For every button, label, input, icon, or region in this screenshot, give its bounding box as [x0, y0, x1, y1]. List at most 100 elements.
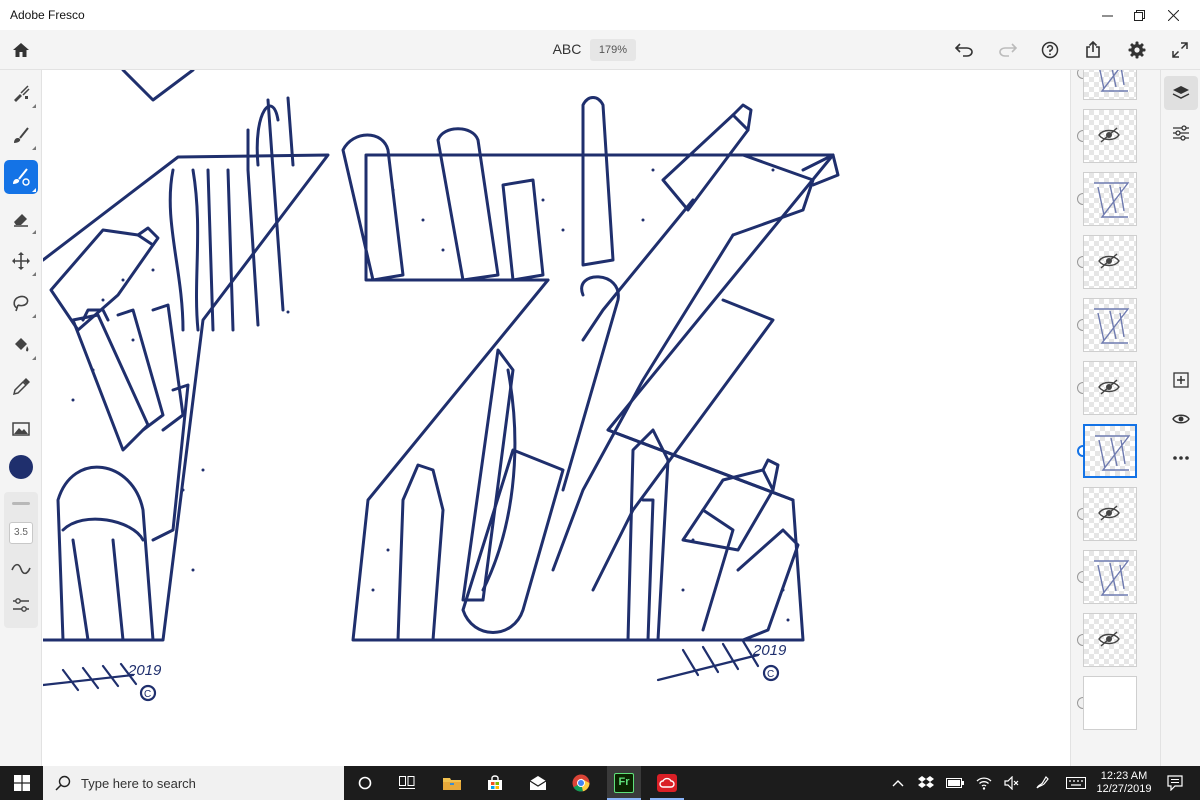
- restore-icon: [1133, 9, 1145, 21]
- pen-tray-button[interactable]: [1030, 766, 1054, 800]
- mail-button[interactable]: [521, 766, 555, 800]
- live-brush-tool[interactable]: [4, 118, 38, 152]
- keyboard-icon: [1066, 777, 1086, 789]
- zoom-level[interactable]: 179%: [590, 39, 636, 61]
- layer-thumbnail[interactable]: [1083, 676, 1137, 730]
- signature-c-left: C: [144, 689, 151, 700]
- show-hidden-icons-button[interactable]: [888, 766, 908, 800]
- layer-thumbnail[interactable]: [1083, 613, 1137, 667]
- hidden-eye-icon: [1098, 253, 1120, 269]
- layer-thumbnail[interactable]: [1083, 109, 1137, 163]
- pixel-brush-icon: [14, 85, 30, 102]
- layer-thumbnail[interactable]: [1083, 70, 1137, 100]
- windows-taskbar: Type here to search Fr 12:23 AM 12/27/20…: [0, 766, 1200, 800]
- eraser-tool[interactable]: [4, 202, 38, 236]
- battery-tray-button[interactable]: [943, 766, 967, 800]
- touch-keyboard-button[interactable]: [1062, 766, 1090, 800]
- store-button[interactable]: [478, 766, 512, 800]
- eyedropper-tool[interactable]: [4, 370, 38, 404]
- start-button[interactable]: [0, 766, 43, 800]
- chrome-button[interactable]: [564, 766, 598, 800]
- creative-cloud-button[interactable]: [650, 766, 684, 800]
- app-top-bar: ABC 179%: [0, 30, 1200, 70]
- brush-size-value[interactable]: 3.5: [9, 522, 33, 544]
- creative-cloud-icon: [657, 774, 677, 792]
- brush-settings-panel: 3.5: [4, 492, 38, 628]
- layer-art-preview: [1099, 70, 1128, 92]
- share-icon: [1086, 41, 1100, 58]
- more-options-button[interactable]: [1164, 441, 1198, 475]
- help-button[interactable]: [1036, 36, 1064, 64]
- task-view-icon: [399, 776, 415, 789]
- smoothing-button[interactable]: [6, 554, 36, 584]
- volume-tray-button[interactable]: [1000, 766, 1024, 800]
- vector-brush-tool[interactable]: [4, 160, 38, 194]
- signature-c-right: C: [767, 669, 774, 680]
- move-tool[interactable]: [4, 244, 38, 278]
- file-explorer-icon: [443, 778, 461, 790]
- redo-button[interactable]: [994, 36, 1022, 64]
- action-center-button[interactable]: [1158, 766, 1192, 800]
- help-icon: [1041, 41, 1059, 59]
- layer-thumbnail[interactable]: [1083, 487, 1137, 541]
- chrome-icon: [572, 774, 590, 792]
- task-view-button[interactable]: [390, 766, 424, 800]
- pixel-brush-tool[interactable]: [4, 76, 38, 110]
- lasso-icon: [13, 295, 29, 312]
- home-icon: [13, 43, 29, 57]
- fresco-app-button[interactable]: Fr: [607, 766, 641, 800]
- color-swatch[interactable]: [9, 455, 33, 479]
- layer-art-preview: [1094, 308, 1130, 344]
- hidden-eye-icon: [1098, 631, 1120, 647]
- lasso-tool[interactable]: [4, 286, 38, 320]
- drawing-canvas[interactable]: 2019 C 2019 C: [43, 70, 1070, 766]
- close-icon: [1167, 9, 1179, 21]
- layer-thumbnail[interactable]: [1083, 550, 1137, 604]
- artwork-top-strip: [121, 70, 195, 102]
- close-button[interactable]: [1150, 0, 1196, 30]
- cortana-button[interactable]: [348, 766, 382, 800]
- settings-button[interactable]: [1123, 36, 1151, 64]
- hidden-eye-icon: [1098, 505, 1120, 521]
- paint-tube: [681, 468, 775, 552]
- fill-tool[interactable]: [4, 328, 38, 362]
- layer-thumbnail[interactable]: [1083, 298, 1137, 352]
- taskbar-search[interactable]: Type here to search: [43, 766, 344, 800]
- place-image-tool[interactable]: [4, 412, 38, 446]
- minimize-icon: [1101, 15, 1113, 16]
- add-layer-button[interactable]: [1164, 363, 1198, 397]
- layer-art-preview: [1095, 435, 1131, 471]
- home-button[interactable]: [7, 36, 35, 64]
- layers-button[interactable]: [1164, 76, 1198, 110]
- clock-date: 12/27/2019: [1096, 783, 1152, 795]
- grip-pen: [661, 113, 750, 212]
- layer-thumbnail[interactable]: [1083, 361, 1137, 415]
- layer-thumbnail[interactable]: [1083, 424, 1137, 478]
- clock[interactable]: 12:23 AM 12/27/2019: [1095, 766, 1153, 800]
- document-title[interactable]: ABC: [540, 41, 594, 57]
- more-icon: [1173, 456, 1189, 460]
- dropbox-icon: [918, 776, 934, 788]
- file-explorer-button[interactable]: [435, 766, 469, 800]
- brush-properties-button[interactable]: [6, 590, 36, 620]
- brush-size-slider[interactable]: [12, 502, 30, 505]
- share-button[interactable]: [1079, 36, 1107, 64]
- dropbox-tray-button[interactable]: [914, 766, 938, 800]
- fullscreen-button[interactable]: [1166, 36, 1194, 64]
- chevron-up-icon: [892, 780, 904, 787]
- undo-button[interactable]: [950, 36, 978, 64]
- layer-art-preview: [1094, 182, 1130, 218]
- search-placeholder: Type here to search: [81, 775, 196, 791]
- layers-panel: [1070, 70, 1160, 766]
- signature-year-right: 2019: [752, 642, 787, 659]
- letter-z-shape: [351, 153, 835, 642]
- layer-properties-button[interactable]: [1164, 116, 1198, 150]
- battery-icon: [946, 778, 964, 788]
- move-icon: [12, 252, 30, 270]
- wifi-tray-button[interactable]: [972, 766, 996, 800]
- layer-visibility-button[interactable]: [1164, 402, 1198, 436]
- layer-thumbnail[interactable]: [1083, 235, 1137, 289]
- layer-thumbnail[interactable]: [1083, 172, 1137, 226]
- pencil-tip: [581, 96, 615, 267]
- search-icon: [55, 775, 71, 791]
